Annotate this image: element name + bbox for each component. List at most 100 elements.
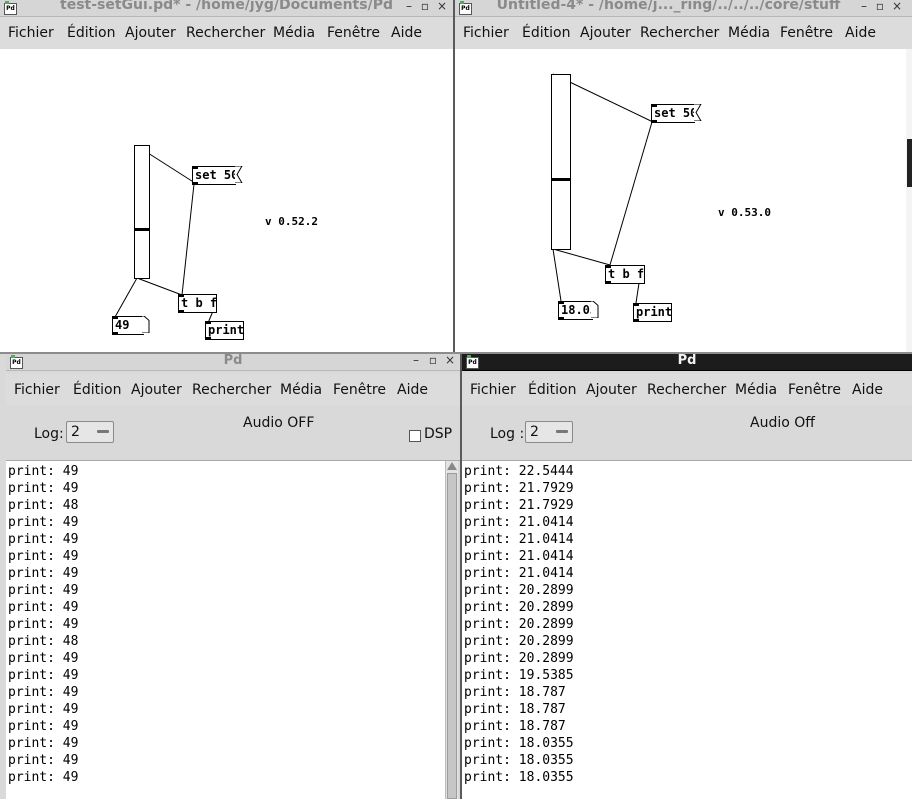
window-title: Pd	[223, 354, 243, 368]
menu-media[interactable]: Média	[280, 382, 322, 398]
dsp-checkbox[interactable]	[409, 430, 421, 442]
maximize-icon[interactable]: ▫	[873, 0, 887, 13]
menu-ajouter[interactable]: Ajouter	[586, 382, 637, 398]
console-line: print: 49	[8, 719, 79, 734]
menu-ajouter[interactable]: Ajouter	[131, 382, 182, 398]
object-print[interactable]: print	[205, 321, 244, 340]
console-output[interactable]: print: 22.5444 print: 21.7929 print: 21.79…	[462, 461, 912, 799]
number-box[interactable]: 49	[112, 316, 150, 335]
menu-edition[interactable]: Édition	[73, 382, 121, 398]
menu-fichier[interactable]: Fichier	[470, 382, 516, 398]
menu-fenetre[interactable]: Fenêtre	[327, 25, 380, 41]
maximize-icon[interactable]: ▫	[426, 354, 440, 367]
message-flag-end	[235, 166, 243, 183]
console-line: print: 49	[8, 770, 79, 785]
window-title: Pd	[677, 354, 697, 368]
console-line: print: 49	[8, 464, 79, 479]
titlebar-patch-right[interactable]: Pd Untitled-4* - /home/j..._ring/../../.…	[455, 0, 912, 17]
menu-edition[interactable]: Édition	[522, 25, 570, 41]
console-window-left: Pd Pd – ▫ × Fichier Édition Ajouter Rech…	[6, 354, 460, 799]
vertical-slider[interactable]	[551, 74, 571, 250]
console-line: print: 21.0414	[464, 515, 574, 530]
console-line: print: 49	[8, 566, 79, 581]
menu-edition[interactable]: Édition	[67, 25, 115, 41]
console-line: print: 49	[8, 617, 79, 632]
menu-aide[interactable]: Aide	[852, 382, 883, 398]
window-title: test-setGui.pd* - /home/jyg/Documents/Pd	[60, 0, 393, 13]
console-line: print: 20.2899	[464, 583, 574, 598]
console-line: print: 49	[8, 736, 79, 751]
object-print[interactable]: print	[633, 303, 672, 322]
console-output[interactable]: print: 49 print: 49 print: 48 print: 49 prin…	[6, 461, 446, 799]
menu-media[interactable]: Média	[728, 25, 770, 41]
menu-rechercher[interactable]: Rechercher	[640, 25, 719, 41]
slider-knob[interactable]	[552, 178, 570, 181]
console-line: print: 21.7929	[464, 481, 574, 496]
object-trigger[interactable]: t b f	[178, 294, 217, 313]
menu-fenetre[interactable]: Fenêtre	[780, 25, 833, 41]
minimize-icon[interactable]: –	[409, 354, 423, 367]
console-line: print: 49	[8, 651, 79, 666]
console-line: print: 18.787	[464, 685, 566, 700]
console-line: print: 49	[8, 515, 79, 530]
menu-aide[interactable]: Aide	[397, 382, 428, 398]
close-icon[interactable]: ×	[435, 0, 449, 13]
message-box-set[interactable]: set 50	[192, 166, 243, 185]
menu-fichier[interactable]: Fichier	[14, 382, 60, 398]
patch-canvas[interactable]: set 50 t b f print 49 v 0.52.2	[0, 49, 453, 352]
minimize-icon[interactable]: –	[857, 0, 871, 13]
object-text: t b f	[608, 267, 645, 281]
console-line: print: 21.0414	[464, 549, 574, 564]
menu-media[interactable]: Média	[273, 25, 315, 41]
number-box-corner	[142, 316, 150, 333]
message-text: set 50	[654, 106, 698, 120]
console-line: print: 21.7929	[464, 498, 574, 513]
menu-rechercher[interactable]: Rechercher	[647, 382, 726, 398]
vertical-slider[interactable]	[134, 145, 150, 279]
menubar: Fichier Édition Ajouter Rechercher Média…	[455, 17, 912, 49]
object-trigger[interactable]: t b f	[605, 265, 645, 284]
minimize-icon[interactable]: –	[402, 0, 416, 13]
menu-fenetre[interactable]: Fenêtre	[333, 382, 386, 398]
maximize-icon[interactable]: ▫	[418, 0, 432, 13]
console-line: print: 20.2899	[464, 634, 574, 649]
scrollbar-thumb[interactable]	[447, 473, 457, 799]
console-line: print: 49	[8, 600, 79, 615]
log-label: Log :	[490, 426, 525, 442]
menu-ajouter[interactable]: Ajouter	[125, 25, 176, 41]
console-line: print: 48	[8, 498, 79, 513]
menu-aide[interactable]: Aide	[845, 25, 876, 41]
console-line: print: 19.5385	[464, 668, 574, 683]
menu-edition[interactable]: Édition	[528, 382, 576, 398]
menu-fenetre[interactable]: Fenêtre	[788, 382, 841, 398]
number-box-corner	[591, 301, 599, 318]
slider-knob[interactable]	[135, 228, 149, 231]
object-text: print	[636, 305, 673, 319]
window-title: Untitled-4* - /home/j..._ring/../../../c…	[496, 0, 841, 13]
menu-rechercher[interactable]: Rechercher	[186, 25, 265, 41]
close-icon[interactable]: ×	[890, 0, 904, 13]
titlebar-patch-left[interactable]: Pd test-setGui.pd* - /home/jyg/Documents…	[0, 0, 453, 17]
menu-fichier[interactable]: Fichier	[463, 25, 509, 41]
console-line: print: 49	[8, 532, 79, 547]
dropdown-icon	[556, 430, 568, 433]
close-icon[interactable]: ×	[443, 354, 457, 367]
menu-ajouter[interactable]: Ajouter	[580, 25, 631, 41]
menu-fichier[interactable]: Fichier	[8, 25, 54, 41]
log-level-select[interactable]: 2	[525, 421, 573, 443]
titlebar-console-right[interactable]: Pd Pd	[462, 354, 912, 371]
patch-window-left: Pd test-setGui.pd* - /home/jyg/Documents…	[0, 0, 453, 352]
log-level-select[interactable]: 2	[66, 421, 114, 443]
console-line: print: 21.0414	[464, 566, 574, 581]
patch-canvas[interactable]: set 50 t b f print 18.03 v 0.53.0	[455, 49, 906, 352]
console-line: print: 49	[8, 668, 79, 683]
number-box[interactable]: 18.03	[558, 301, 599, 320]
console-scrollbar[interactable]	[445, 461, 458, 799]
scroll-up-icon[interactable]	[447, 462, 457, 470]
menu-media[interactable]: Média	[735, 382, 777, 398]
menu-rechercher[interactable]: Rechercher	[192, 382, 271, 398]
message-box-set[interactable]: set 50	[651, 104, 702, 123]
menu-aide[interactable]: Aide	[391, 25, 422, 41]
message-text: set 50	[195, 168, 239, 182]
titlebar-console-left[interactable]: Pd Pd – ▫ ×	[6, 354, 460, 371]
